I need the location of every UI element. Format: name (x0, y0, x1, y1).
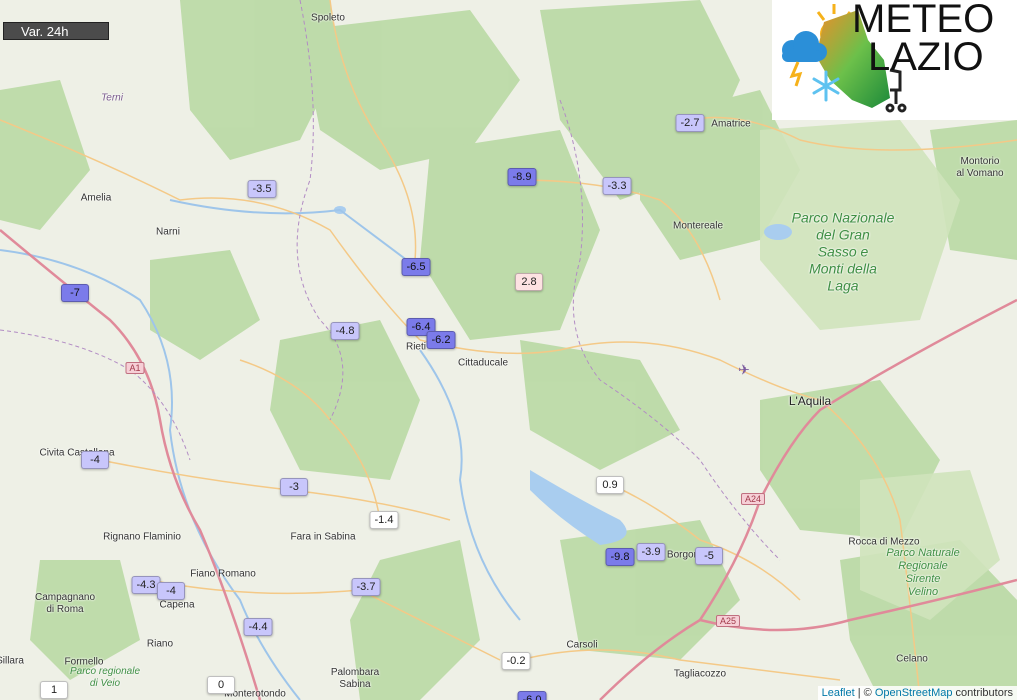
station-marker[interactable]: -3.7 (351, 578, 381, 596)
station-marker[interactable]: -8.9 (507, 168, 537, 186)
station-marker[interactable]: -3.5 (247, 180, 277, 198)
place-label-rignano-flaminio: Rignano Flaminio (103, 531, 181, 543)
station-marker[interactable]: -5 (695, 547, 723, 565)
attribution-separator: | © (854, 687, 875, 699)
map-attribution: Leaflet | © OpenStreetMap contributors (817, 686, 1017, 700)
attribution-suffix: contributors (952, 687, 1013, 699)
place-label-rieti: Rieti (405, 341, 427, 353)
station-marker[interactable]: -3.3 (602, 177, 632, 195)
place-label-fiano-romano: Fiano Romano (190, 568, 256, 580)
road-shield-a25: A25 (715, 615, 741, 627)
place-label-palombara-sabina: Palombara Sabina (330, 667, 380, 690)
place-label-cittaducale: Cittaducale (457, 357, 509, 369)
place-label-campagnano: Campagnano di Roma (34, 592, 96, 615)
airport-icon: ✈ (738, 361, 750, 378)
station-marker[interactable]: 0.9 (596, 476, 624, 494)
station-marker[interactable]: -4.8 (330, 322, 360, 340)
station-marker[interactable]: -3 (280, 478, 308, 496)
station-marker[interactable]: 0 (207, 676, 235, 694)
park-label-veio: Parco regionale di Veio (69, 666, 141, 689)
station-marker[interactable]: -6.5 (401, 258, 431, 276)
station-marker[interactable]: -2.7 (675, 114, 705, 132)
park-label-gran-sasso: Parco Nazionale del Gran Sasso e Monti d… (791, 209, 895, 294)
place-label-amelia: Amelia (80, 192, 112, 204)
meteo-lazio-logo: METEO LAZIO (772, 0, 1017, 120)
station-marker[interactable]: -0.2 (501, 652, 531, 670)
place-label-riano: Riano (146, 638, 174, 650)
station-marker[interactable]: -3.9 (636, 543, 666, 561)
road-shield-a1: A1 (125, 362, 145, 374)
station-marker[interactable]: -7 (61, 284, 89, 302)
legend-label: Var. 24h (3, 22, 109, 40)
place-label-tagliacozzo: Tagliacozzo (673, 668, 727, 680)
place-label-terni: Terni (101, 92, 123, 104)
road-shield-a24: A24 (740, 493, 766, 505)
station-marker[interactable]: 1 (40, 681, 68, 699)
place-label-narni: Narni (156, 226, 180, 238)
place-label-fara-in-sabina: Fara in Sabina (290, 531, 356, 543)
place-label-capena: Capena (159, 599, 195, 611)
station-marker[interactable]: -4 (81, 451, 109, 469)
place-label-laquila: L'Aquila (788, 394, 832, 408)
place-label-celano: Celano (896, 653, 928, 665)
leaflet-link[interactable]: Leaflet (822, 687, 855, 699)
place-label-rocca-di-mezzo: Rocca di Mezzo (848, 536, 920, 548)
logo-text-lazio: LAZIO (868, 35, 984, 79)
station-marker[interactable]: -6.0 (517, 691, 547, 700)
station-marker[interactable]: -4.4 (243, 618, 273, 636)
place-label-montereale: Montereale (672, 220, 724, 232)
openstreetmap-link[interactable]: OpenStreetMap (875, 687, 953, 699)
station-marker[interactable]: -6.2 (426, 331, 456, 349)
station-marker[interactable]: -4 (157, 582, 185, 600)
logo-graphic: METEO LAZIO (782, 0, 994, 113)
place-label-sillara: Sillara (0, 655, 24, 667)
station-marker[interactable]: -9.8 (605, 548, 635, 566)
place-label-montorio: Montorio al Vomano (956, 156, 1004, 179)
place-label-spoleto: Spoleto (311, 12, 345, 24)
place-label-carsoli: Carsoli (566, 639, 598, 651)
station-marker[interactable]: 2.8 (515, 273, 543, 291)
place-label-amatrice: Amatrice (711, 118, 751, 130)
station-marker[interactable]: -1.4 (369, 511, 399, 529)
park-label-sirente-velino: Parco Naturale Regionale Sirente Velino (886, 547, 960, 598)
